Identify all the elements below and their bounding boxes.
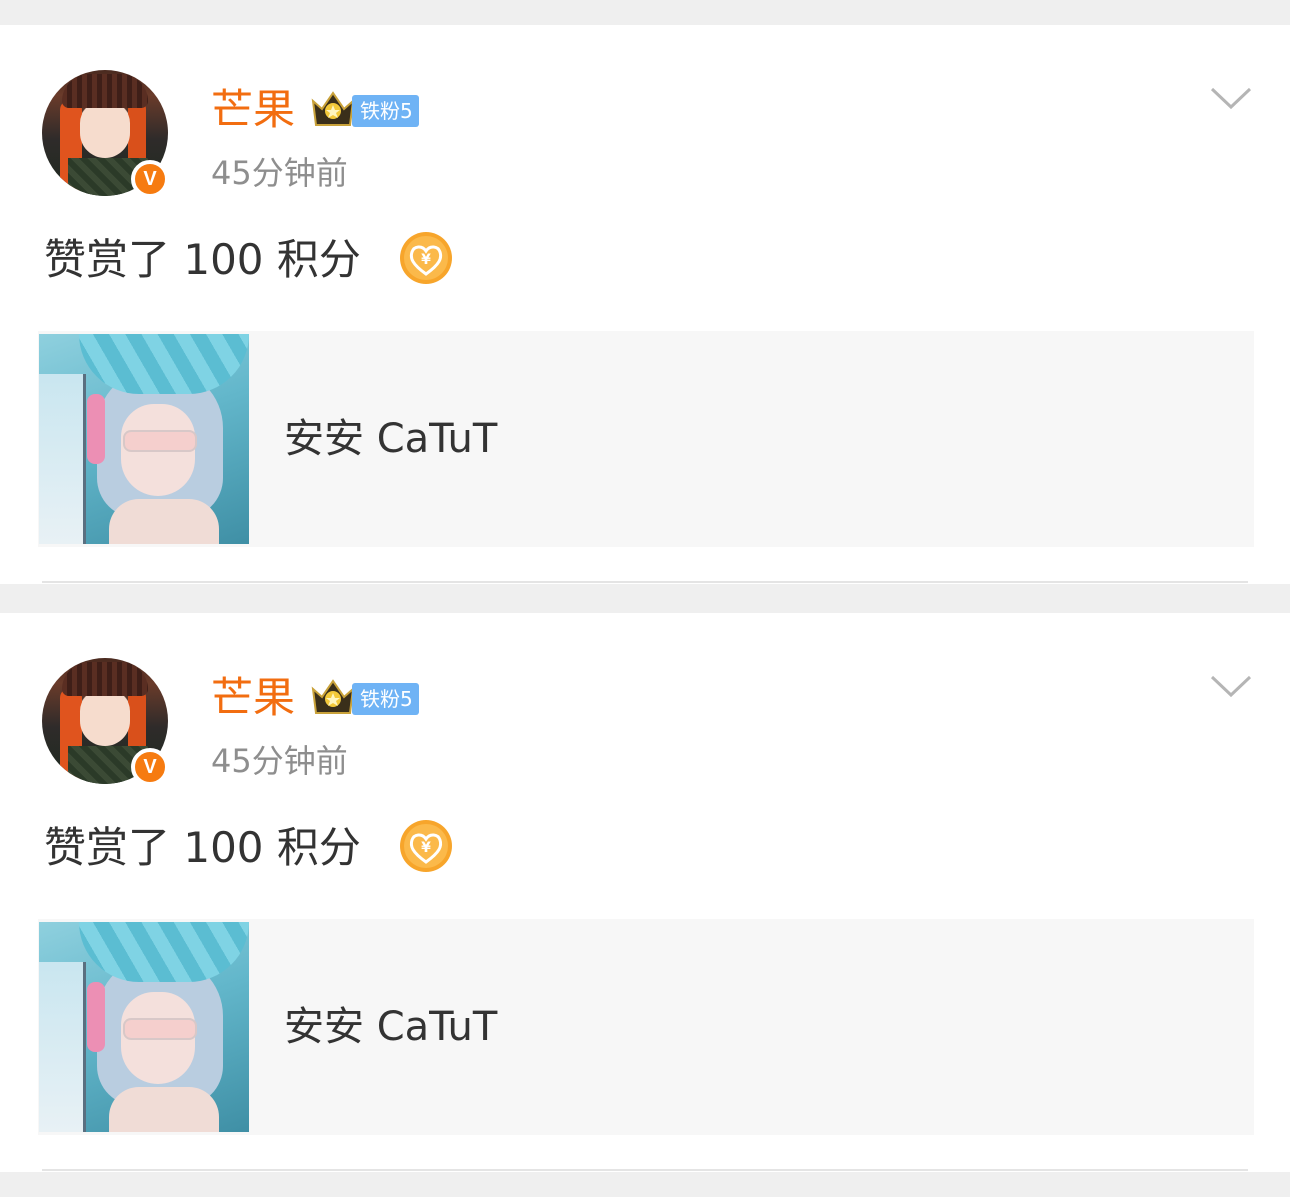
chevron-down-icon[interactable] — [1210, 85, 1252, 111]
post-divider — [42, 1169, 1248, 1171]
reward-target-card[interactable]: 安安 CaTuT — [38, 919, 1254, 1135]
post-text: 赞赏了 100 积分 — [44, 823, 361, 872]
card-thumbnail — [39, 334, 249, 544]
fan-level-badge: 铁粉5 — [352, 683, 419, 715]
feed-post[interactable]: V 芒果 铁粉5 45分钟前 赞赏了 100 积分 ¥ 安安 CaTuT — [0, 25, 1290, 584]
yuan-heart-coin-icon: ¥ — [400, 232, 452, 284]
thumbnail-glasses — [123, 1018, 197, 1040]
thumbnail-poster — [39, 374, 86, 544]
thumbnail-hood — [79, 922, 249, 982]
fan-level-badge: 铁粉5 — [352, 95, 419, 127]
username[interactable]: 芒果 — [211, 85, 295, 135]
thumbnail-hood-lining — [87, 394, 105, 464]
chevron-down-icon[interactable] — [1210, 673, 1252, 699]
post-timestamp: 45分钟前 — [211, 154, 348, 192]
crown-icon — [311, 91, 355, 126]
thumbnail-glasses — [123, 430, 197, 452]
post-text: 赞赏了 100 积分 — [44, 235, 361, 284]
avatar-face — [80, 102, 130, 158]
card-thumbnail — [39, 922, 249, 1132]
svg-text:¥: ¥ — [421, 252, 431, 268]
yuan-heart-coin-icon: ¥ — [400, 820, 452, 872]
svg-text:¥: ¥ — [421, 840, 431, 856]
avatar-hat — [62, 662, 148, 696]
post-divider — [42, 581, 1248, 583]
avatar-face — [80, 690, 130, 746]
card-title: 安安 CaTuT — [284, 416, 498, 462]
feed-post[interactable]: V 芒果 铁粉5 45分钟前 赞赏了 100 积分 ¥ 安安 CaTuT — [0, 613, 1290, 1172]
post-timestamp: 45分钟前 — [211, 742, 348, 780]
card-title: 安安 CaTuT — [284, 1004, 498, 1050]
reward-target-card[interactable]: 安安 CaTuT — [38, 331, 1254, 547]
username[interactable]: 芒果 — [211, 673, 295, 723]
thumbnail-poster — [39, 962, 86, 1132]
thumbnail-hands — [109, 1087, 219, 1132]
verified-badge-icon: V — [131, 160, 169, 198]
thumbnail-hands — [109, 499, 219, 544]
avatar-hat — [62, 74, 148, 108]
thumbnail-hood-lining — [87, 982, 105, 1052]
verified-badge-icon: V — [131, 748, 169, 786]
crown-icon — [311, 679, 355, 714]
thumbnail-hood — [79, 334, 249, 394]
